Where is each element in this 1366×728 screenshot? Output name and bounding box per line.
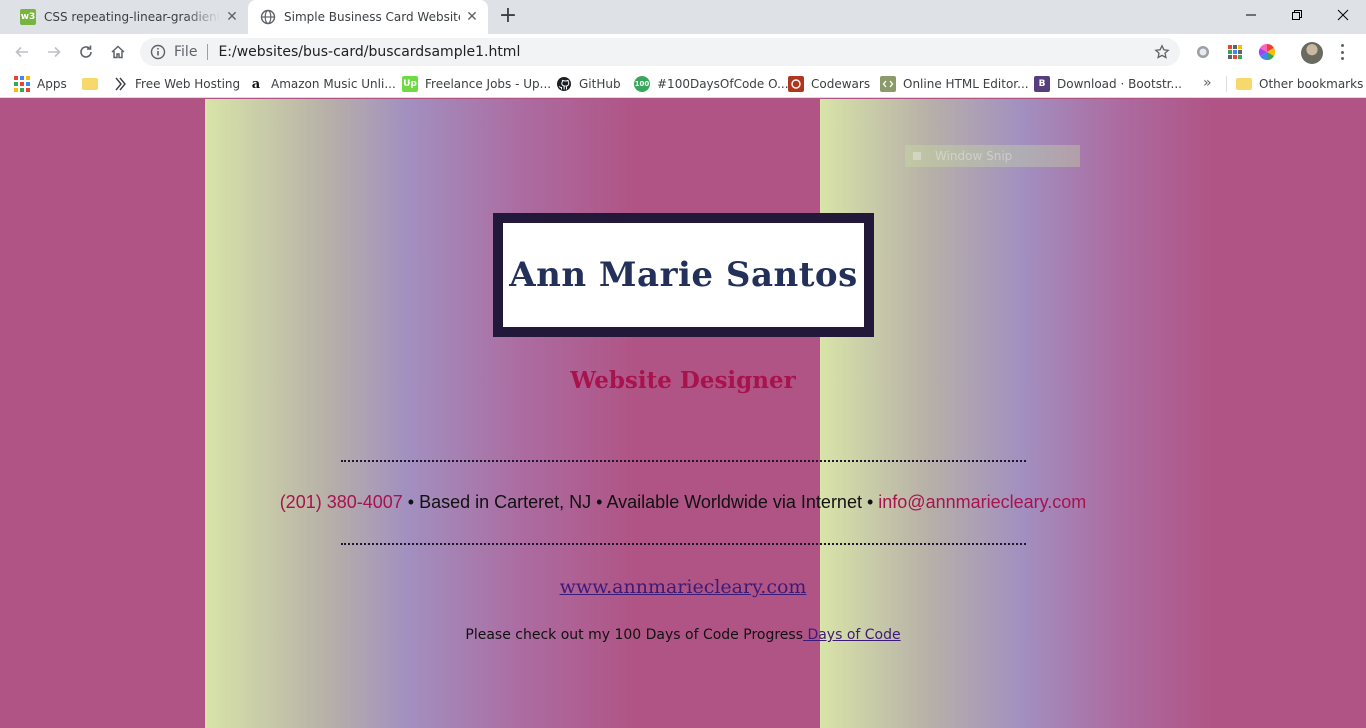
bookmark-label: Online HTML Editor...	[903, 77, 1029, 91]
github-icon	[556, 76, 572, 92]
separator: •	[402, 492, 420, 512]
info-icon[interactable]	[150, 44, 166, 60]
bookmark-label: Freelance Jobs - Up...	[425, 77, 552, 91]
close-tab-icon[interactable]: ✕	[220, 9, 244, 25]
website-line: www.annmariecleary.com	[0, 576, 1366, 598]
bootstrap-icon: B	[1034, 76, 1050, 92]
card-name: Ann Marie Santos	[509, 255, 858, 295]
contact-line: (201) 380-4007 • Based in Carteret, NJ •…	[0, 492, 1366, 513]
home-button[interactable]	[106, 40, 130, 64]
globe-icon	[260, 9, 276, 25]
address-bar[interactable]: File E:/websites/bus-card/buscardsample1…	[140, 38, 1180, 66]
bookmark-bootstrap[interactable]: B Download · Bootstr...	[1034, 75, 1182, 93]
bookmark-other[interactable]: Other bookmarks	[1236, 75, 1363, 93]
forward-button[interactable]	[42, 40, 66, 64]
separator: •	[861, 492, 879, 512]
bookmarks-bar: Apps Free Web Hosting a Amazon Music Unl…	[0, 70, 1366, 98]
location-text: Based in Carteret, NJ	[419, 492, 592, 512]
tab-strip: w3 CSS repeating-linear-gradient() funct…	[0, 0, 1366, 34]
divider	[1226, 76, 1227, 92]
progress-text: Please check out my 100 Days of Code Pro…	[465, 627, 803, 643]
bookmark-folder[interactable]	[82, 75, 105, 93]
bookmark-label: Free Web Hosting	[135, 77, 241, 91]
back-button[interactable]	[10, 40, 34, 64]
dotted-divider	[341, 543, 1026, 545]
extension-circle-icon[interactable]	[1194, 43, 1212, 61]
scheme-label: File	[174, 44, 198, 60]
dotted-divider	[341, 460, 1026, 462]
new-tab-button[interactable]: +	[496, 5, 520, 29]
more-bookmarks-chevron-icon[interactable]: »	[1203, 75, 1212, 91]
bookmark-star-icon[interactable]	[1154, 44, 1170, 64]
menu-icon[interactable]	[1334, 42, 1350, 62]
tab-business-card[interactable]: Simple Business Card Website ✕	[248, 0, 488, 34]
bookmark-amazon-music[interactable]: a Amazon Music Unli...	[248, 75, 396, 93]
bookmark-100daysofcode[interactable]: 100 #100DaysOfCode O...	[634, 75, 789, 93]
bookmark-github[interactable]: GitHub	[556, 75, 621, 93]
window-snip-overlay: Window Snip	[905, 145, 1080, 167]
bookmark-upwork[interactable]: Up Freelance Jobs - Up...	[402, 75, 551, 93]
url-text[interactable]: E:/websites/bus-card/buscardsample1.html	[218, 44, 520, 60]
upwork-icon: Up	[402, 76, 418, 92]
snip-icon	[913, 152, 921, 160]
email-link[interactable]: info@annmariecleary.com	[878, 492, 1086, 512]
tab-title: Simple Business Card Website	[284, 10, 460, 24]
amazon-icon: a	[251, 76, 261, 92]
separator: •	[591, 492, 607, 512]
bookmark-label: Download · Bootstr...	[1057, 77, 1182, 91]
snip-label: Window Snip	[935, 149, 1013, 163]
bookmark-label: Amazon Music Unli...	[271, 77, 396, 91]
tab-title: CSS repeating-linear-gradient() function	[44, 10, 220, 24]
website-link[interactable]: www.annmariecleary.com	[560, 576, 807, 598]
apps-grid-icon	[14, 76, 30, 92]
days-of-code-link[interactable]: Days of Code	[803, 627, 900, 643]
folder-icon	[82, 78, 98, 90]
bookmark-codewars[interactable]: Codewars	[788, 75, 870, 93]
minimize-button[interactable]	[1228, 0, 1274, 30]
job-title: Website Designer	[570, 367, 796, 394]
bookmark-label: #100DaysOfCode O...	[657, 77, 789, 91]
page-content: Window Snip Ann Marie Santos Website Des…	[0, 99, 1366, 728]
bookmark-apps[interactable]: Apps	[14, 75, 67, 93]
extension-grid-icon[interactable]	[1226, 43, 1244, 61]
bookmark-label: Other bookmarks	[1259, 77, 1364, 91]
progress-line: Please check out my 100 Days of Code Pro…	[0, 627, 1366, 643]
close-tab-icon[interactable]: ✕	[460, 9, 484, 25]
bookmark-label: GitHub	[579, 77, 621, 91]
name-frame: Ann Marie Santos	[493, 213, 874, 337]
100days-icon: 100	[634, 76, 650, 92]
divider	[207, 44, 209, 60]
hosting-icon	[112, 76, 128, 92]
restore-button[interactable]	[1274, 0, 1320, 30]
toolbar: File E:/websites/bus-card/buscardsample1…	[0, 34, 1366, 70]
bookmark-free-web-hosting[interactable]: Free Web Hosting	[112, 75, 240, 93]
bookmark-label: Codewars	[811, 77, 871, 91]
html-editor-icon	[880, 76, 896, 92]
extension-colorwheel-icon[interactable]	[1258, 43, 1276, 61]
close-window-button[interactable]	[1320, 0, 1366, 30]
folder-icon	[1236, 78, 1252, 90]
phone-number[interactable]: (201) 380-4007	[280, 492, 403, 512]
profile-avatar[interactable]	[1301, 42, 1323, 64]
tab-css-gradient[interactable]: w3 CSS repeating-linear-gradient() funct…	[8, 0, 248, 34]
w3schools-icon: w3	[20, 9, 36, 25]
availability-text: Available Worldwide via Internet	[606, 492, 862, 512]
codewars-icon	[788, 76, 804, 92]
reload-button[interactable]	[74, 40, 98, 64]
name-panel: Ann Marie Santos	[503, 223, 864, 327]
bookmark-html-editor[interactable]: Online HTML Editor...	[880, 75, 1029, 93]
bookmark-label: Apps	[37, 77, 67, 91]
